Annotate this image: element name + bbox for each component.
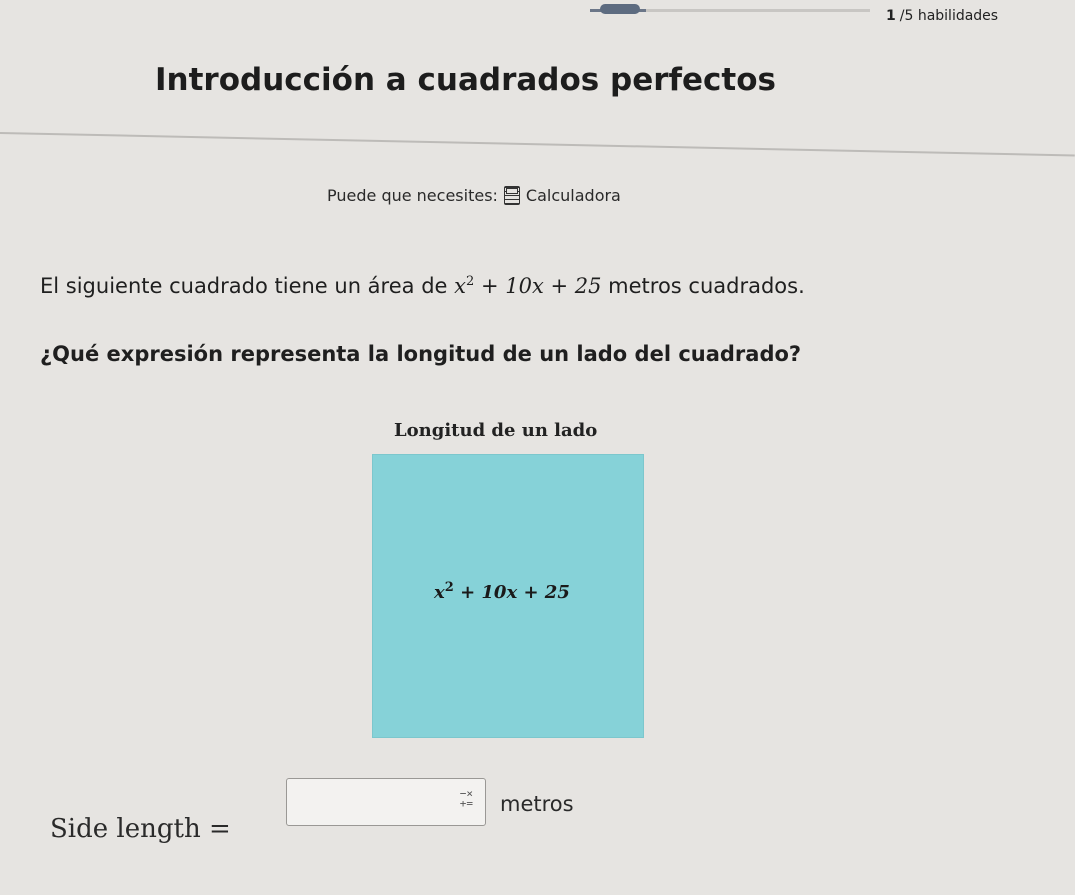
statement-before: El siguiente cuadrado tiene un área de: [40, 274, 448, 298]
answer-label: Side length =: [50, 814, 231, 844]
statement-after: metros cuadrados.: [608, 274, 805, 298]
expr-exponent: 2: [465, 274, 475, 289]
skills-total: /5 habilidades: [899, 8, 999, 24]
tools-hint: Puede que necesites: Calculadora: [327, 186, 621, 205]
figure-label: Longitud de un lado: [394, 420, 598, 441]
answer-input[interactable]: −× +=: [286, 778, 486, 826]
calculator-icon[interactable]: [503, 186, 520, 205]
square-expr-var: x: [434, 582, 445, 603]
expr-rest: + 10x + 25: [480, 274, 602, 298]
title-divider: [0, 132, 1075, 157]
page-title: Introducción a cuadrados perfectos: [155, 62, 776, 98]
math-keypad-icon[interactable]: −× +=: [460, 788, 473, 809]
skills-counter: 1/5 habilidades: [886, 8, 998, 24]
calculator-link[interactable]: Calculadora: [526, 186, 621, 205]
answer-units: metros: [500, 792, 574, 816]
expr-var: x: [454, 274, 466, 298]
question-text: ¿Qué expresión representa la longitud de…: [40, 342, 802, 366]
top-bar: 1/5 habilidades: [0, 0, 1075, 40]
square-expr-rest: + 10x + 25: [460, 582, 570, 603]
hint-prefix: Puede que necesites:: [327, 186, 498, 205]
square-expr-exponent: 2: [444, 580, 454, 595]
square-area-expression: x2 + 10x + 25: [434, 580, 570, 603]
progress-marker: [600, 4, 640, 14]
area-expression: x2 + 10x + 25: [454, 274, 601, 298]
problem-statement: El siguiente cuadrado tiene un área de x…: [40, 274, 805, 298]
skills-current: 1: [886, 8, 896, 24]
